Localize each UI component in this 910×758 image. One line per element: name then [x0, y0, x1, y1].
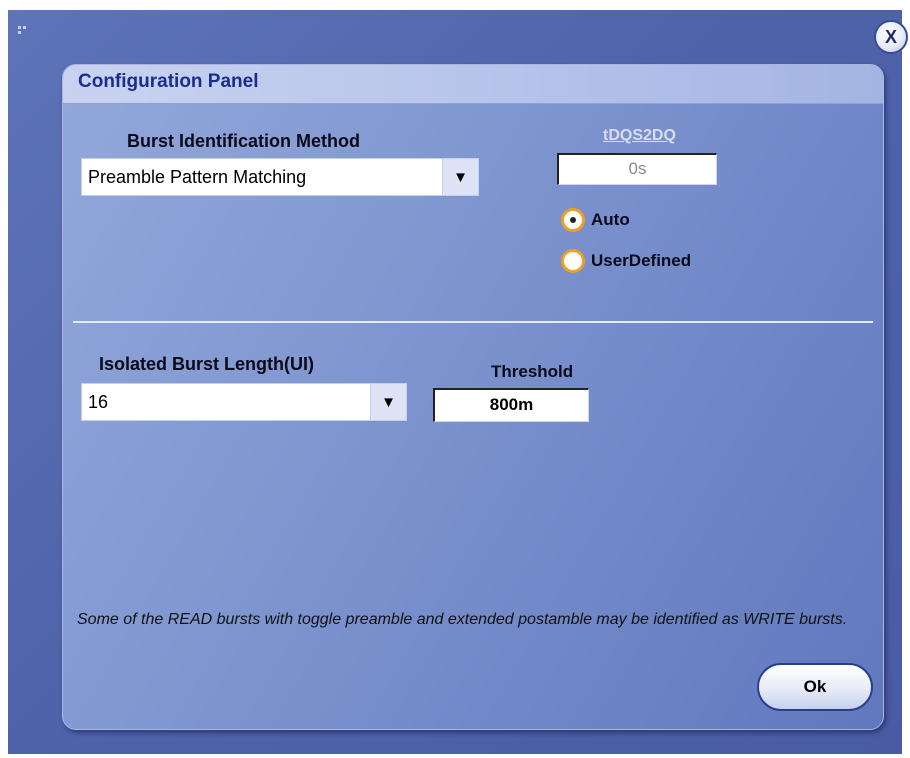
dialog-window: Configuration Panel Burst Identification… — [8, 10, 902, 754]
threshold-field[interactable]: 800m — [433, 388, 589, 422]
burst-method-label: Burst Identification Method — [127, 131, 360, 151]
panel-title-bar: Configuration Panel — [63, 65, 883, 104]
radio-userdefined-label: UserDefined — [591, 251, 692, 270]
close-icon[interactable]: X — [874, 20, 908, 54]
radio-auto[interactable]: Auto — [561, 208, 630, 232]
burst-method-select[interactable]: Preamble Pattern Matching ▼ — [81, 158, 479, 196]
isolated-burst-select[interactable]: 16 ▼ — [81, 383, 407, 421]
isolated-burst-label: Isolated Burst Length(UI) — [99, 354, 314, 374]
isolated-burst-value: 16 — [88, 392, 109, 412]
note-text: Some of the READ bursts with toggle prea… — [77, 611, 848, 628]
chevron-down-icon[interactable]: ▼ — [370, 384, 406, 420]
chevron-down-icon[interactable]: ▼ — [442, 159, 478, 195]
tdqs2dq-field[interactable]: 0s — [557, 153, 717, 185]
radio-auto-indicator[interactable] — [561, 208, 585, 232]
radio-userdefined[interactable]: UserDefined — [561, 249, 691, 273]
radio-userdefined-indicator[interactable] — [561, 249, 585, 273]
tdqs2dq-label: tDQS2DQ — [603, 127, 676, 144]
radio-auto-label: Auto — [591, 210, 630, 229]
configuration-panel: Configuration Panel Burst Identification… — [62, 64, 884, 730]
section-divider — [73, 321, 873, 323]
ok-button[interactable]: Ok — [757, 663, 873, 711]
panel-title: Configuration Panel — [78, 71, 259, 92]
grip-icon[interactable] — [18, 26, 28, 36]
threshold-label: Threshold — [491, 362, 574, 381]
burst-method-value: Preamble Pattern Matching — [88, 167, 307, 187]
